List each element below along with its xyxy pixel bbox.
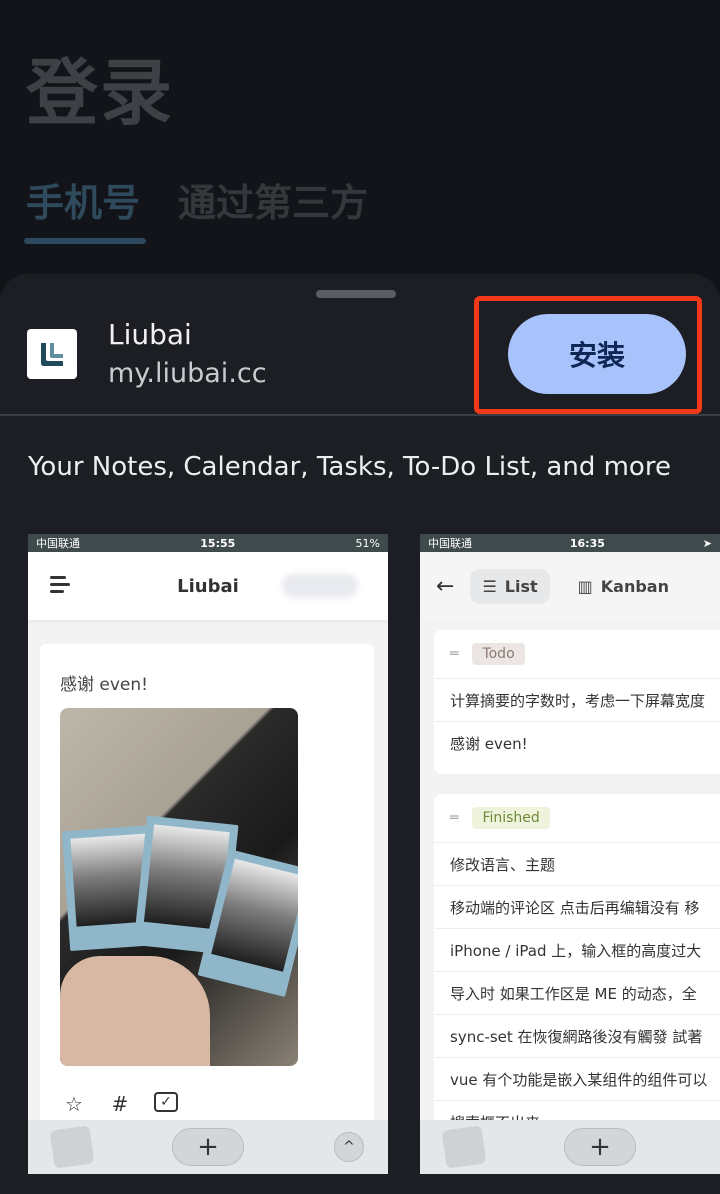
- tab-third-party[interactable]: 通过第三方: [178, 172, 368, 227]
- finished-tag: Finished: [472, 807, 550, 829]
- note-actions: ☆ # ✓: [62, 1092, 178, 1116]
- drag-handle-icon: ═: [450, 646, 459, 662]
- status-time: 16:35: [569, 536, 605, 550]
- blurred-element: [282, 574, 358, 598]
- page-title: 登录: [26, 51, 175, 135]
- app-name: Liubai: [108, 318, 192, 351]
- checkbox-icon: ✓: [154, 1092, 178, 1112]
- list-item: sync-set 在恢復網路後沒有觸發 試著: [434, 1014, 720, 1057]
- todo-tag: Todo: [472, 643, 525, 665]
- preview-screenshot-notes[interactable]: 中国联通 15:55 51% Liubai 感谢 even! ☆ # ✓ + ^: [28, 534, 388, 1174]
- notes-header: Liubai: [28, 552, 388, 620]
- kanban-icon: ▥: [577, 576, 593, 596]
- list-item: 计算摘要的字数时，考虑一下屏幕宽度: [434, 678, 720, 721]
- list-item: vue 有个功能是嵌入某组件的组件可以: [434, 1057, 720, 1100]
- hashtag-icon: #: [111, 1092, 129, 1116]
- app-logo-icon: [49, 1125, 95, 1169]
- location-icon: ➤: [702, 536, 712, 550]
- back-arrow-icon: ←: [436, 573, 455, 599]
- menu-icon: [50, 576, 70, 597]
- tab-kanban: ▥ Kanban: [566, 569, 681, 604]
- status-time: 15:55: [200, 536, 236, 550]
- tab-phone[interactable]: 手机号: [26, 172, 140, 227]
- carrier-label: 中国联通: [36, 537, 80, 550]
- sheet-drag-handle[interactable]: [316, 290, 396, 298]
- list-item: 导入时 如果工作区是 ME 的动态，全: [434, 971, 720, 1014]
- tasks-header: ← ☰ List ▥ Kanban: [420, 552, 720, 620]
- star-icon: ☆: [65, 1092, 83, 1116]
- bottom-bar: +: [420, 1120, 720, 1174]
- list-item: iPhone / iPad 上，输入框的高度过大: [434, 928, 720, 971]
- preview-screenshot-tasks[interactable]: 中国联通 16:35 ➤ ← ☰ List ▥ Kanban ═ Todo ··…: [420, 534, 720, 1174]
- divider: [0, 414, 720, 416]
- carrier-label: 中国联通: [428, 537, 472, 550]
- add-button: +: [564, 1128, 636, 1166]
- status-bar: 中国联通 15:55 51%: [28, 534, 388, 552]
- scroll-up-button: ^: [334, 1132, 364, 1162]
- notes-title: Liubai: [177, 575, 239, 597]
- status-bar: 中国联通 16:35 ➤: [420, 534, 720, 552]
- hand-image: [60, 956, 210, 1066]
- note-text: 感谢 even!: [60, 675, 148, 695]
- list-item: 修改语言、主题: [434, 842, 720, 885]
- list-item: 移动端的评论区 点击后再编辑没有 移: [434, 885, 720, 928]
- app-url: my.liubai.cc: [108, 358, 267, 389]
- tab-list-label: List: [504, 576, 538, 596]
- app-logo-icon: [441, 1125, 487, 1169]
- battery-label: 51%: [355, 536, 380, 550]
- add-button: +: [172, 1128, 244, 1166]
- install-sheet: Liubai my.liubai.cc 安装 Your Notes, Calen…: [0, 274, 720, 1194]
- bottom-bar: + ^: [28, 1120, 388, 1174]
- note-photo: [60, 708, 298, 1066]
- install-button[interactable]: 安装: [508, 314, 686, 394]
- list-icon: ☰: [482, 576, 497, 596]
- active-tab-indicator: [24, 238, 146, 244]
- todo-group: ═ Todo ··· 计算摘要的字数时，考虑一下屏幕宽度 感谢 even!: [434, 630, 720, 774]
- liubai-app-icon: [27, 329, 77, 379]
- drag-handle-icon: ═: [450, 810, 459, 826]
- finished-group: ═ Finished ··· 修改语言、主题 移动端的评论区 点击后再编辑没有 …: [434, 794, 720, 1174]
- tab-kanban-label: Kanban: [600, 576, 669, 596]
- app-description: Your Notes, Calendar, Tasks, To-Do List,…: [28, 452, 671, 482]
- note-card: 感谢 even! ☆ # ✓: [40, 644, 374, 1144]
- list-item: 感谢 even!: [434, 721, 720, 764]
- tab-list: ☰ List: [470, 568, 550, 604]
